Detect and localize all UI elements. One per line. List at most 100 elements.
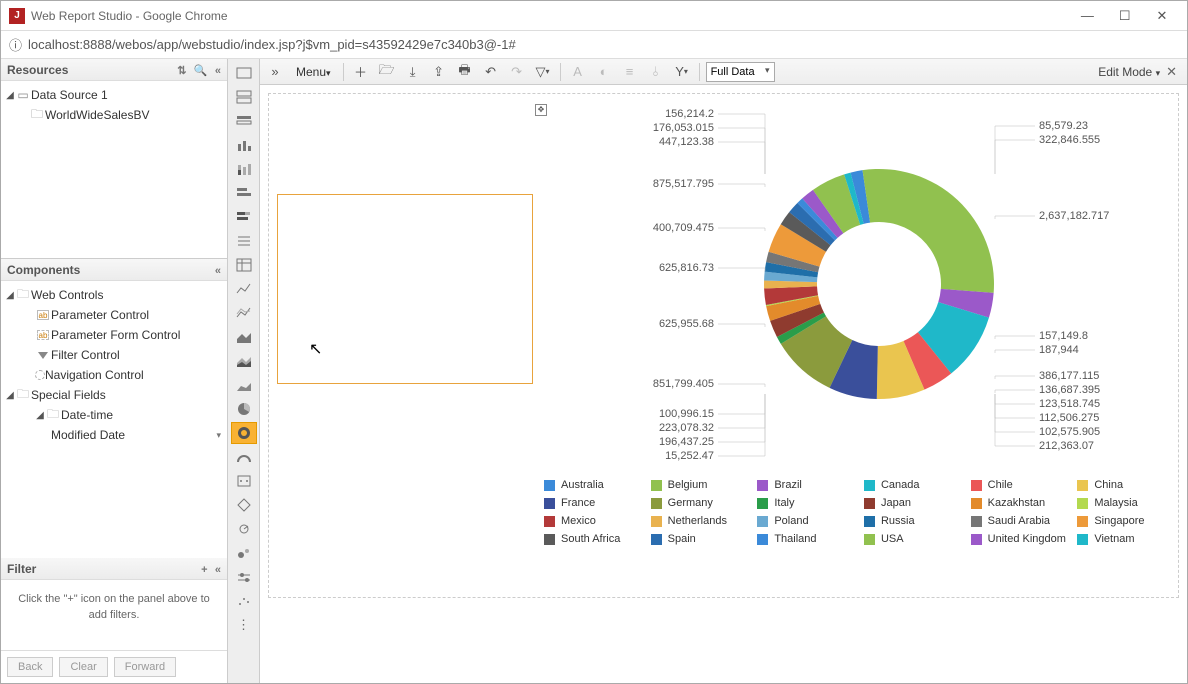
legend-item[interactable]: Netherlands [651,515,758,527]
tool-bar-chart[interactable] [231,182,257,204]
legend-item[interactable]: Spain [651,533,758,545]
collapse-toggle-icon[interactable]: ◢ [5,90,15,101]
window-close[interactable]: ✕ [1145,8,1179,24]
data-mode-select[interactable]: Full Data [706,62,775,82]
color-icon[interactable]: ◐ [593,62,615,82]
legend-item[interactable]: Malaysia [1077,497,1184,509]
align-icon[interactable]: ≡ [619,62,641,82]
undo-icon[interactable]: ↶ [480,62,502,82]
components-header[interactable]: Components « [1,259,227,281]
tool-radar[interactable] [231,494,257,516]
tool-stacked-bar[interactable] [231,206,257,228]
info-icon[interactable]: ⓘ [9,35,22,54]
tool-scatter[interactable] [231,590,257,612]
tool-column-chart[interactable] [231,134,257,156]
legend-item[interactable]: Belgium [651,479,758,491]
dataset-node[interactable]: 🗀 WorldWideSalesBV [1,105,227,125]
collapse-icon[interactable]: « [215,265,221,277]
tool-area[interactable] [231,326,257,348]
tool-donut[interactable] [231,422,257,444]
font-icon[interactable]: A [567,62,589,82]
collapse-toggle-icon[interactable]: ◢ [5,290,15,301]
drop-target[interactable] [277,194,533,384]
clear-button[interactable]: Clear [59,657,107,677]
new-icon[interactable]: ＋ [350,62,372,82]
window-minimize[interactable]: — [1070,8,1104,23]
tool-more[interactable]: ⋮ [231,614,257,636]
parameter-form-control[interactable]: ab Parameter Form Control [1,325,227,345]
collapse-toggle-icon[interactable]: ◢ [35,410,45,421]
filter-header[interactable]: Filter + « [1,558,227,580]
tool-slider[interactable] [231,566,257,588]
merge-icon[interactable]: ⫰ [645,62,667,82]
print-icon[interactable]: 🖶 [454,62,476,82]
tool-banded[interactable] [231,110,257,132]
redo-icon[interactable]: ↷ [506,62,528,82]
legend-item[interactable]: Singapore [1077,515,1184,527]
legend-item[interactable]: France [544,497,651,509]
window-maximize[interactable]: ☐ [1108,8,1142,24]
sort-icon[interactable]: ⇅ [177,65,186,77]
tool-kpi[interactable] [231,470,257,492]
legend-item[interactable]: Russia [864,515,971,527]
legend-item[interactable]: Germany [651,497,758,509]
navigation-control[interactable]: Navigation Control [1,365,227,385]
legend-item[interactable]: Chile [971,479,1078,491]
legend-item[interactable]: United Kingdom [971,533,1078,545]
menu-dropdown[interactable]: Menu▾ [290,65,337,79]
chevron-down-icon[interactable]: ▾ [216,430,221,441]
collapse-icon[interactable]: « [215,65,221,77]
legend-item[interactable]: Kazakhstan [971,497,1078,509]
webcontrols-node[interactable]: ◢ 🗀 Web Controls [1,285,227,305]
legend-item[interactable]: Italy [757,497,864,509]
legend-item[interactable]: Japan [864,497,971,509]
tool-stacked-column[interactable] [231,158,257,180]
expand-icon[interactable]: » [264,62,286,82]
legend-item[interactable]: Poland [757,515,864,527]
legend-item[interactable]: Thailand [757,533,864,545]
tool-tabular[interactable] [231,86,257,108]
filter-control[interactable]: Filter Control [1,345,227,365]
report-canvas[interactable]: ✥ ↖ 156,214.2176,053.015447,123.38875,51… [260,85,1187,683]
legend-item[interactable]: China [1077,479,1184,491]
forward-button[interactable]: Forward [114,657,176,677]
branch-icon[interactable]: Y▾ [671,62,693,82]
tool-multiline[interactable] [231,302,257,324]
save-icon[interactable]: ⤓ [402,62,424,82]
search-icon[interactable]: 🔍 [194,65,208,77]
edit-mode-toggle[interactable]: Edit Mode ▾ [1098,65,1160,79]
datasource-node[interactable]: ◢ ▭ Data Source 1 [1,85,227,105]
report-page[interactable]: ✥ ↖ 156,214.2176,053.015447,123.38875,51… [268,93,1179,598]
datetime-node[interactable]: ◢ 🗀 Date-time [1,405,227,425]
tool-list[interactable] [231,230,257,252]
back-button[interactable]: Back [7,657,53,677]
tool-bubble[interactable] [231,542,257,564]
url-text[interactable]: localhost:8888/webos/app/webstudio/index… [28,37,516,52]
legend-item[interactable]: Australia [544,479,651,491]
tool-crosstab[interactable] [231,254,257,276]
legend-item[interactable]: Canada [864,479,971,491]
tool-table[interactable] [231,62,257,84]
donut-slice[interactable] [863,169,994,293]
legend-item[interactable]: Vietnam [1077,533,1184,545]
tool-line[interactable] [231,278,257,300]
open-icon[interactable]: 🗁 [376,62,398,82]
tool-surface[interactable] [231,374,257,396]
filter-icon[interactable]: ▽▾ [532,62,554,82]
collapse-icon[interactable]: « [215,564,221,576]
close-icon[interactable]: ✕ [1166,64,1177,80]
tool-pie[interactable] [231,398,257,420]
collapse-toggle-icon[interactable]: ◢ [5,390,15,401]
tool-area-stack[interactable] [231,350,257,372]
tool-gauge[interactable] [231,446,257,468]
legend-item[interactable]: USA [864,533,971,545]
export-icon[interactable]: ⇪ [428,62,450,82]
resources-header[interactable]: Resources ⇅ 🔍 « [1,59,227,81]
legend-item[interactable]: Mexico [544,515,651,527]
legend-item[interactable]: Brazil [757,479,864,491]
specialfields-node[interactable]: ◢ 🗀 Special Fields [1,385,227,405]
modified-date[interactable]: Modified Date ▾ [1,425,227,445]
add-filter-icon[interactable]: + [201,564,207,576]
legend-item[interactable]: South Africa [544,533,651,545]
tool-centroid[interactable] [231,518,257,540]
